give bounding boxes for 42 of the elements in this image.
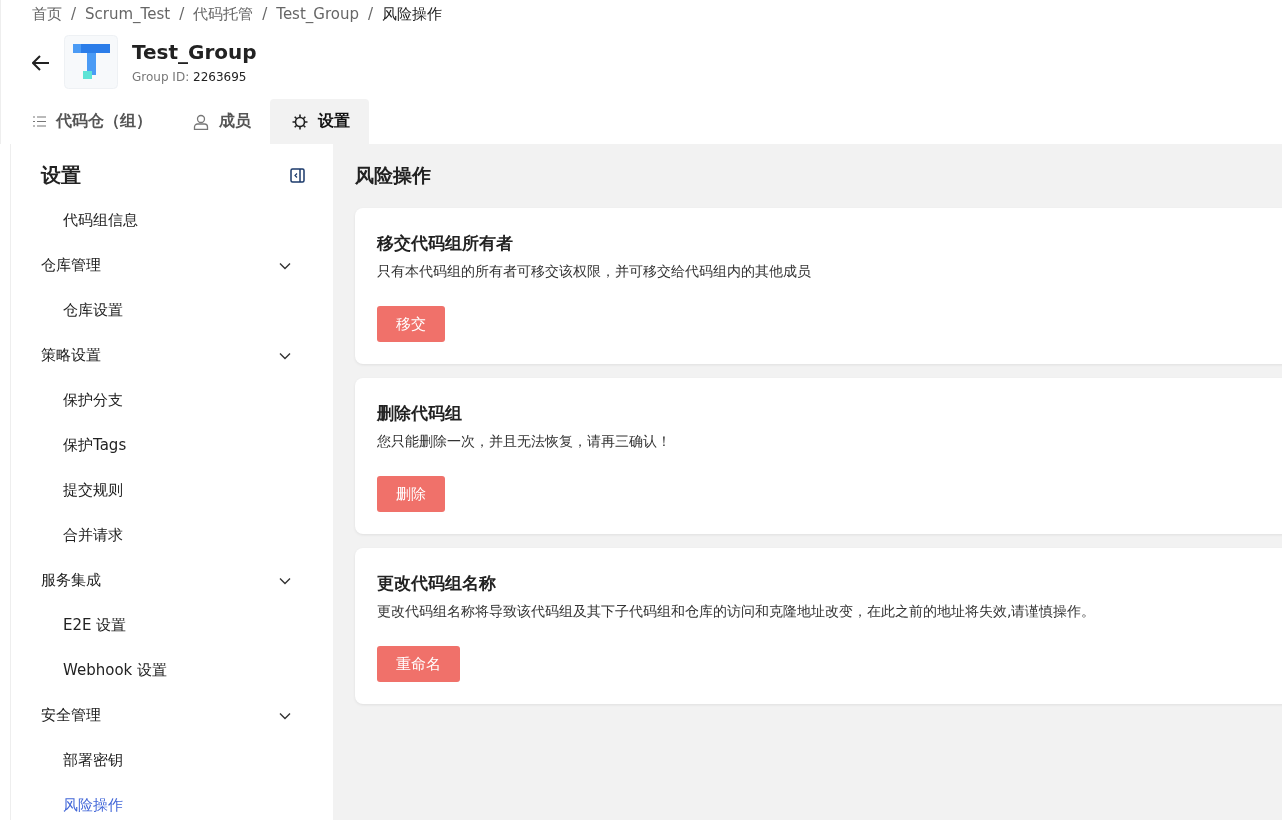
tab[interactable]: 成员 xyxy=(171,99,270,144)
card-title: 删除代码组 xyxy=(377,402,463,425)
menu-item[interactable]: 代码组信息 xyxy=(41,198,138,243)
menu-item[interactable]: 保护Tags xyxy=(41,423,127,468)
breadcrumb-separator: / xyxy=(262,5,268,25)
back-arrow-icon[interactable] xyxy=(32,55,50,71)
logo-icon xyxy=(64,35,118,89)
card-title: 更改代码组名称 xyxy=(377,572,497,595)
tab[interactable]: 设置 xyxy=(270,99,369,144)
menu-group[interactable]: 策略设置 xyxy=(41,333,333,378)
menu-group[interactable]: 安全管理 xyxy=(41,693,333,738)
card-title: 移交代码组所有者 xyxy=(377,232,514,255)
menu-item[interactable]: 保护分支 xyxy=(41,378,123,423)
card-description: 您只能删除一次，并且无法恢复，请再三确认！ xyxy=(377,433,672,451)
menu-group[interactable]: 仓库管理 xyxy=(41,243,333,288)
menu-item[interactable]: 风险操作 xyxy=(41,783,123,820)
breadcrumb-separator: / xyxy=(179,5,185,25)
tab[interactable]: 代码仓（组） xyxy=(11,99,171,144)
breadcrumb-separator: / xyxy=(368,5,374,25)
breadcrumb-link[interactable]: 代码托管 xyxy=(193,5,254,27)
card-description: 更改代码组名称将导致该代码组及其下子代码组和仓库的访问和克隆地址改变，在此之前的地址将失效,请谨慎操作。 xyxy=(377,603,1097,621)
menu-item[interactable]: E2E 设置 xyxy=(41,603,127,648)
menu-group[interactable]: 服务集成 xyxy=(41,558,333,603)
settings-icon xyxy=(292,113,308,130)
list-icon xyxy=(33,116,46,127)
breadcrumb-link[interactable]: Test_Group xyxy=(276,5,359,27)
person-icon xyxy=(193,113,209,130)
group-id-label: Group ID: xyxy=(132,70,190,84)
breadcrumb-link[interactable]: 首页 xyxy=(32,5,62,27)
breadcrumb-separator: / xyxy=(71,5,77,25)
menu-item[interactable]: 部署密钥 xyxy=(41,738,123,783)
menu-item[interactable]: 仓库设置 xyxy=(41,288,123,333)
group-title: Test_Group xyxy=(132,40,257,64)
page-title: 风险操作 xyxy=(355,163,432,188)
breadcrumb-link[interactable]: Scrum_Test xyxy=(85,5,171,27)
menu-item[interactable]: 合并请求 xyxy=(41,513,123,558)
menu-item[interactable]: 提交规则 xyxy=(41,468,123,513)
collapse-sidebar-icon[interactable] xyxy=(290,167,305,183)
sidebar-title: 设置 xyxy=(41,161,81,189)
group-id-value: 2263695 xyxy=(193,70,247,84)
menu-item[interactable]: Webhook 设置 xyxy=(41,648,168,693)
card-description: 只有本代码组的所有者可移交该权限，并可移交给代码组内的其他成员 xyxy=(377,263,812,281)
